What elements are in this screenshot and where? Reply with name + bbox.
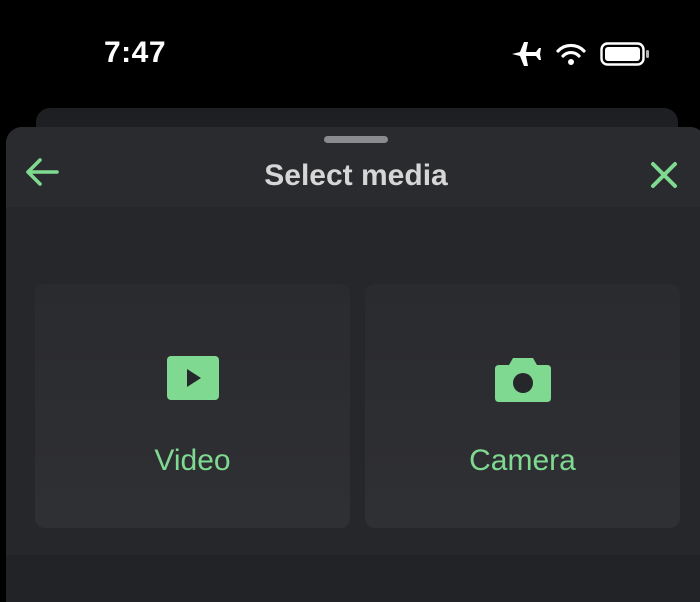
video-play-icon (163, 352, 223, 404)
sheet-bottom-area (6, 555, 700, 602)
status-time: 7:47 (104, 36, 167, 69)
media-options: Video Camera (35, 284, 680, 528)
camera-option-button[interactable]: Camera (365, 284, 680, 528)
status-bar: 7:47 (0, 0, 700, 105)
close-button[interactable] (642, 157, 686, 197)
camera-option-label: Camera (469, 444, 576, 477)
camera-icon (493, 352, 553, 404)
sheet-title: Select media (264, 159, 448, 192)
wifi-icon (556, 42, 586, 66)
battery-icon (600, 42, 650, 66)
sheet-grabber[interactable] (324, 136, 388, 143)
video-option-label: Video (154, 444, 231, 477)
status-icons (510, 40, 650, 68)
arrow-left-icon (24, 157, 60, 192)
header-divider (6, 195, 700, 209)
back-button[interactable] (20, 157, 64, 191)
media-picker-sheet: Select media Video Camera (6, 127, 700, 602)
close-icon (649, 160, 679, 195)
video-option-button[interactable]: Video (35, 284, 350, 528)
sheet-header: Select media (6, 127, 700, 209)
airplane-icon (510, 40, 542, 68)
screen: 7:47 Select media Video Camera (0, 0, 700, 602)
